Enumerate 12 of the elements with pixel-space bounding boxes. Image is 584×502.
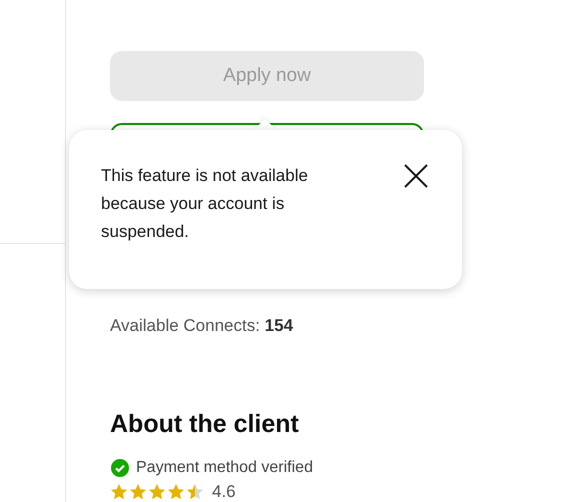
rating-value: 4.6: [212, 482, 236, 502]
star-icon: [110, 483, 128, 501]
section-heading: About the client: [110, 410, 300, 439]
payment-status: Payment method verified: [136, 459, 313, 477]
available-connects-text: Available Connects: 154: [110, 316, 294, 336]
close-button[interactable]: [403, 163, 429, 189]
close-icon: [403, 163, 429, 189]
popover-message: This feature is not available because your account is suspended.: [101, 165, 309, 243]
star-icon: [186, 483, 204, 501]
star-icon: [167, 483, 185, 501]
star-icon: [148, 483, 166, 501]
star-icon: [129, 483, 147, 501]
